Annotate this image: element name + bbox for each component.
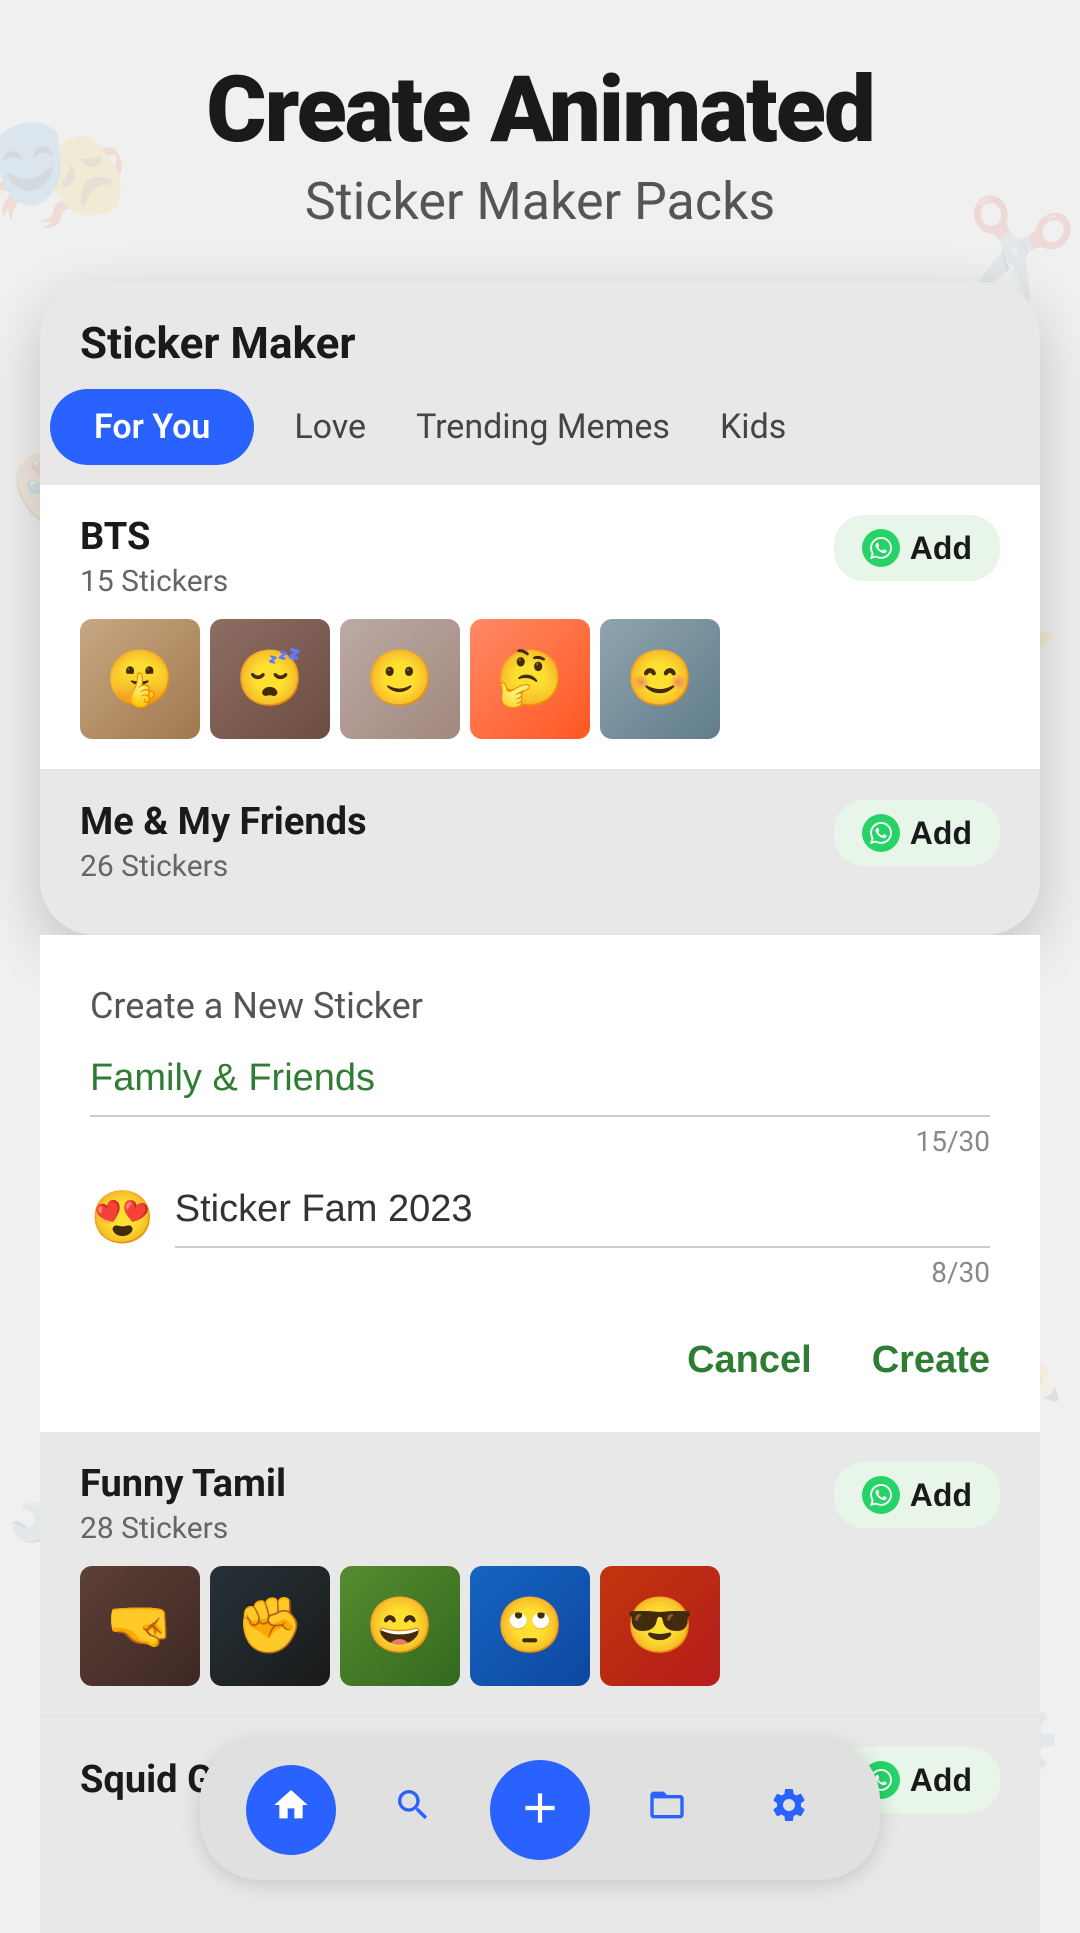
- action-buttons: Cancel Create: [90, 1309, 990, 1432]
- bts-sticker-4: 🤔: [470, 619, 590, 739]
- settings-icon: [769, 1785, 809, 1836]
- funny-tamil-section: Funny Tamil 28 Stickers Add 🤜: [40, 1432, 1040, 1717]
- bts-pack-header: BTS 15 Stickers Add: [80, 515, 1000, 599]
- phone-header: Sticker Maker: [40, 282, 1040, 389]
- header: Create Animated Sticker Maker Packs: [40, 60, 1040, 232]
- me-friends-add-button[interactable]: Add: [834, 800, 1000, 866]
- pack2-counter: 8/30: [90, 1256, 990, 1289]
- funny-tamil-header: Funny Tamil 28 Stickers Add: [80, 1462, 1000, 1546]
- header-title: Create Animated: [40, 60, 1040, 161]
- ft-sticker-5: 😎: [600, 1566, 720, 1686]
- bts-add-button[interactable]: Add: [834, 515, 1000, 581]
- nav-folder[interactable]: [622, 1765, 712, 1855]
- create-label: Create a New Sticker: [90, 985, 990, 1027]
- ft-sticker-4: 🙄: [470, 1566, 590, 1686]
- pack1-group: 15/30: [90, 1057, 990, 1158]
- bts-sticker-5: 😊: [600, 619, 720, 739]
- pack2-row: 😍: [90, 1188, 990, 1248]
- tabs-container: For You Love Trending Memes Kids: [40, 389, 1040, 485]
- me-friends-name: Me & My Friends: [80, 800, 367, 844]
- tab-kids[interactable]: Kids: [710, 389, 796, 465]
- pack1-input[interactable]: [90, 1057, 990, 1117]
- whatsapp-icon-funny: [862, 1476, 900, 1514]
- nav-add[interactable]: [490, 1760, 590, 1860]
- header-subtitle: Sticker Maker Packs: [40, 171, 1040, 232]
- ft-sticker-1: 🤜: [80, 1566, 200, 1686]
- whatsapp-icon-me: [862, 814, 900, 852]
- me-friends-header: Me & My Friends 26 Stickers Add: [80, 800, 1000, 884]
- nav-search[interactable]: [368, 1765, 458, 1855]
- main-content: Create Animated Sticker Maker Packs Stic…: [0, 0, 1080, 1933]
- create-section: Create a New Sticker 15/30 😍 8/30 Cancel…: [40, 935, 1040, 1432]
- app-title: Sticker Maker: [80, 317, 1000, 369]
- tab-love[interactable]: Love: [284, 389, 376, 465]
- nav-settings[interactable]: [744, 1765, 834, 1855]
- funny-tamil-pack: Funny Tamil 28 Stickers Add 🤜: [40, 1432, 1040, 1717]
- funny-tamil-name: Funny Tamil: [80, 1462, 286, 1506]
- bts-add-label: Add: [910, 530, 972, 567]
- add-icon: [515, 1783, 565, 1837]
- ft-sticker-2: ✊: [210, 1566, 330, 1686]
- me-friends-pack: Me & My Friends 26 Stickers Add: [40, 770, 1040, 935]
- create-button[interactable]: Create: [872, 1339, 990, 1382]
- funny-tamil-add-button[interactable]: Add: [834, 1462, 1000, 1528]
- folder-icon: [647, 1785, 687, 1836]
- search-icon: [393, 1785, 433, 1836]
- pack2-input[interactable]: [175, 1188, 990, 1248]
- funny-tamil-add-label: Add: [910, 1477, 972, 1514]
- me-friends-add-label: Add: [910, 815, 972, 852]
- bts-pack-info: BTS 15 Stickers: [80, 515, 228, 599]
- phone-mockup: Sticker Maker For You Love Trending Meme…: [40, 282, 1040, 935]
- whatsapp-icon-bts: [862, 529, 900, 567]
- home-icon: [271, 1785, 311, 1836]
- bts-pack-count: 15 Stickers: [80, 564, 228, 599]
- funny-tamil-count: 28 Stickers: [80, 1511, 286, 1546]
- bts-sticker-pack: BTS 15 Stickers Add 🤫 😴: [40, 485, 1040, 770]
- ft-sticker-3: 😄: [340, 1566, 460, 1686]
- me-friends-info: Me & My Friends 26 Stickers: [80, 800, 367, 884]
- funny-tamil-info: Funny Tamil 28 Stickers: [80, 1462, 286, 1546]
- squid-add-label: Add: [910, 1762, 972, 1799]
- nav-home[interactable]: [246, 1765, 336, 1855]
- bts-sticker-1: 🤫: [80, 619, 200, 739]
- bottom-navigation: [200, 1740, 880, 1880]
- pack1-counter: 15/30: [90, 1125, 990, 1158]
- bts-sticker-images: 🤫 😴 🙂 🤔 😊: [80, 619, 1000, 739]
- me-friends-count: 26 Stickers: [80, 849, 367, 884]
- tab-for-you[interactable]: For You: [50, 389, 254, 465]
- funny-tamil-images: 🤜 ✊ 😄 🙄 😎: [80, 1566, 1000, 1686]
- tab-trending-memes[interactable]: Trending Memes: [406, 389, 680, 465]
- pack2-emoji: 😍: [90, 1192, 155, 1244]
- bts-pack-name: BTS: [80, 515, 228, 559]
- bts-sticker-3: 🙂: [340, 619, 460, 739]
- bts-sticker-2: 😴: [210, 619, 330, 739]
- cancel-button[interactable]: Cancel: [687, 1339, 812, 1382]
